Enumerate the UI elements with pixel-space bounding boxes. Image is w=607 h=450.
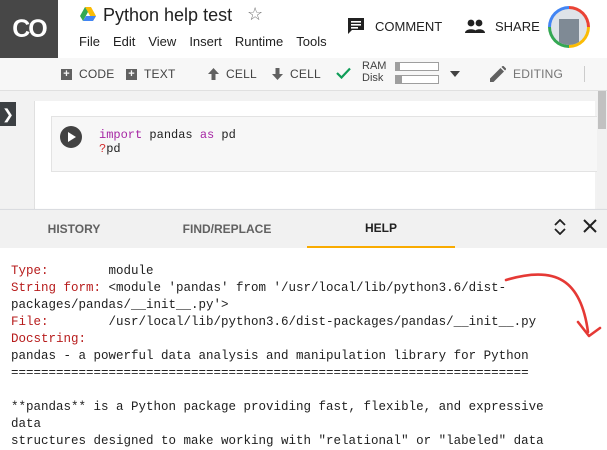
plus-icon: + <box>126 68 137 80</box>
ram-usage-fill <box>396 63 401 70</box>
add-text-label: TEXT <box>144 67 176 81</box>
code-editor[interactable]: import pandas as pd ?pd <box>99 128 236 156</box>
comment-label: COMMENT <box>375 18 443 34</box>
pencil-icon <box>490 66 506 82</box>
share-label: SHARE <box>495 18 540 34</box>
avatar-image <box>551 9 587 45</box>
code-keyword: as <box>199 128 215 142</box>
app-header: CO Python help test ☆ File Edit View Ins… <box>0 0 607 58</box>
tab-help[interactable]: HELP <box>307 210 455 248</box>
arrow-down-icon <box>272 68 283 80</box>
google-drive-icon <box>80 7 96 21</box>
help-value: <module 'pandas' from '/usr/local/lib/py… <box>101 281 507 295</box>
menu-tools[interactable]: Tools <box>296 34 326 49</box>
ram-usage-bar <box>395 62 439 71</box>
people-icon <box>465 19 485 33</box>
move-up-label: CELL <box>226 67 257 81</box>
help-key: String form: <box>11 281 102 295</box>
avatar[interactable] <box>548 6 590 48</box>
menu-insert[interactable]: Insert <box>189 34 222 49</box>
help-key: File: <box>11 315 49 329</box>
bottom-panel-tabs: HISTORY FIND/REPLACE HELP <box>0 209 607 248</box>
menu-edit[interactable]: Edit <box>113 34 135 49</box>
comment-button[interactable]: COMMENT <box>347 15 442 37</box>
help-key: Docstring: <box>11 332 87 346</box>
tab-find-replace[interactable]: FIND/REPLACE <box>153 210 301 248</box>
annotation-arrow-icon <box>504 273 602 338</box>
toolbar-divider <box>584 66 585 82</box>
add-code-button[interactable]: + CODE <box>61 58 114 90</box>
tab-history[interactable]: HISTORY <box>0 210 148 248</box>
add-text-button[interactable]: + TEXT <box>126 58 175 90</box>
code-text: pd <box>214 128 236 142</box>
ram-label: RAM <box>362 60 387 72</box>
help-text: Type: module String form: <module 'panda… <box>11 263 544 450</box>
code-text: pd <box>106 142 121 156</box>
colab-logo[interactable]: CO <box>0 0 58 58</box>
disk-usage-bar <box>395 75 439 84</box>
dropdown-icon[interactable] <box>450 71 460 77</box>
editing-mode-button[interactable]: EDITING <box>490 58 563 90</box>
menu-view[interactable]: View <box>148 34 176 49</box>
help-key: Type: <box>11 264 49 278</box>
move-down-label: CELL <box>290 67 321 81</box>
help-value: module <box>48 264 154 278</box>
help-value: packages/pandas/__init__.py'> <box>11 298 229 312</box>
disk-label: Disk <box>362 72 384 84</box>
arrow-up-icon <box>208 68 219 80</box>
run-cell-button[interactable] <box>60 126 82 148</box>
code-keyword: import <box>99 128 143 142</box>
plus-icon: + <box>61 68 72 80</box>
menu-file[interactable]: File <box>79 34 100 49</box>
comment-icon <box>348 18 364 34</box>
docstring-rule: ========================================… <box>11 366 529 380</box>
notebook-scrollbar[interactable] <box>597 91 607 209</box>
scrollbar-thumb[interactable] <box>598 91 606 129</box>
docstring-line: data <box>11 417 42 431</box>
move-cell-down-button[interactable]: CELL <box>272 58 321 90</box>
add-code-label: CODE <box>79 67 115 81</box>
docstring-line: structures designed to make working with… <box>11 434 544 448</box>
editing-label: EDITING <box>513 67 564 81</box>
docstring-line: **pandas** is a Python package providing… <box>11 400 544 414</box>
code-text: pandas <box>142 128 200 142</box>
disk-usage-fill <box>396 76 403 83</box>
expand-sidebar-button[interactable]: ❯ <box>0 102 16 126</box>
docstring-line: pandas - a powerful data analysis and ma… <box>11 349 529 363</box>
star-icon[interactable]: ☆ <box>247 4 263 25</box>
menu-runtime[interactable]: Runtime <box>235 34 283 49</box>
menu-bar: File Edit View Insert Runtime Tools <box>79 34 327 49</box>
resource-labels[interactable]: RAM Disk <box>362 60 386 84</box>
share-button[interactable]: SHARE <box>465 15 540 37</box>
move-cell-up-button[interactable]: CELL <box>208 58 257 90</box>
checkmark-icon <box>336 67 351 79</box>
notebook-title[interactable]: Python help test <box>103 5 232 26</box>
close-panel-icon[interactable] <box>580 219 600 239</box>
resize-panel-icon[interactable] <box>550 218 570 239</box>
help-value: /usr/local/lib/python3.6/dist-packages/p… <box>48 315 537 329</box>
